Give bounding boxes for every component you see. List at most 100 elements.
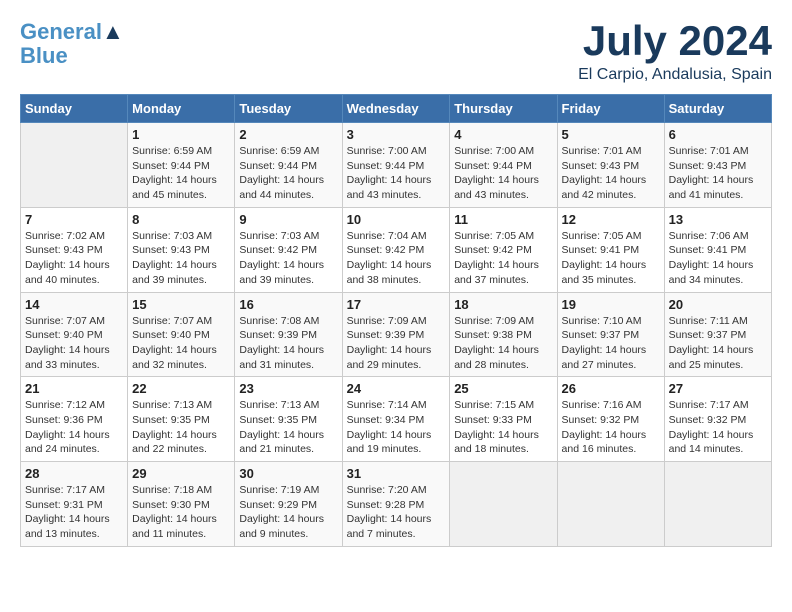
calendar-cell: 19Sunrise: 7:10 AM Sunset: 9:37 PM Dayli… [557, 292, 664, 377]
calendar-cell: 27 Sunrise: 7:17 AM Sunset: 9:32 PM Dayli… [664, 377, 771, 462]
day-info: Sunrise: 7:05 AM Sunset: 9:41 PM Dayligh… [562, 229, 660, 288]
day-info: Sunrise: 7:15 AM Sunset: 9:33 PM Dayligh… [454, 398, 552, 457]
day-number: 23 [239, 381, 337, 396]
day-info: Sunrise: 7:07 AM Sunset: 9:40 PM Dayligh… [132, 314, 230, 373]
calendar-cell: 23 Sunrise: 7:13 AM Sunset: 9:35 PM Dayli… [235, 377, 342, 462]
day-number: 27 [669, 381, 767, 396]
logo-text: General▲Blue [20, 20, 124, 68]
day-info: Sunrise: 7:03 AM Sunset: 9:42 PM Dayligh… [239, 229, 337, 288]
calendar-cell: 29 Sunrise: 7:18 AM Sunset: 9:30 PM Dayli… [128, 462, 235, 547]
main-title: July 2024 [578, 20, 772, 62]
day-number: 9 [239, 212, 337, 227]
day-number: 8 [132, 212, 230, 227]
day-info: Sunrise: 7:11 AM Sunset: 9:37 PM Dayligh… [669, 314, 767, 373]
calendar-cell: 20 Sunrise: 7:11 AM Sunset: 9:37 PM Dayli… [664, 292, 771, 377]
week-row-4: 28 Sunrise: 7:17 AM Sunset: 9:31 PM Dayli… [21, 462, 772, 547]
day-info: Sunrise: 7:09 AM Sunset: 9:38 PM Dayligh… [454, 314, 552, 373]
calendar-cell: 17Sunrise: 7:09 AM Sunset: 9:39 PM Dayli… [342, 292, 450, 377]
day-number: 7 [25, 212, 123, 227]
day-number: 12 [562, 212, 660, 227]
day-number: 26 [562, 381, 660, 396]
calendar-cell: 2 Sunrise: 6:59 AM Sunset: 9:44 PM Daylig… [235, 123, 342, 208]
day-info: Sunrise: 7:13 AM Sunset: 9:35 PM Dayligh… [132, 398, 230, 457]
calendar-cell: 22Sunrise: 7:13 AM Sunset: 9:35 PM Dayli… [128, 377, 235, 462]
header-cell-thursday: Thursday [450, 95, 557, 123]
day-number: 14 [25, 297, 123, 312]
day-info: Sunrise: 7:06 AM Sunset: 9:41 PM Dayligh… [669, 229, 767, 288]
day-info: Sunrise: 7:03 AM Sunset: 9:43 PM Dayligh… [132, 229, 230, 288]
calendar-cell: 25 Sunrise: 7:15 AM Sunset: 9:33 PM Dayli… [450, 377, 557, 462]
week-row-3: 21 Sunrise: 7:12 AM Sunset: 9:36 PM Dayli… [21, 377, 772, 462]
header-cell-sunday: Sunday [21, 95, 128, 123]
day-info: Sunrise: 6:59 AM Sunset: 9:44 PM Dayligh… [132, 144, 230, 203]
day-number: 31 [347, 466, 446, 481]
day-info: Sunrise: 7:13 AM Sunset: 9:35 PM Dayligh… [239, 398, 337, 457]
day-number: 15 [132, 297, 230, 312]
day-info: Sunrise: 7:10 AM Sunset: 9:37 PM Dayligh… [562, 314, 660, 373]
day-number: 4 [454, 127, 552, 142]
week-row-1: 7 Sunrise: 7:02 AM Sunset: 9:43 PM Daylig… [21, 207, 772, 292]
day-info: Sunrise: 7:20 AM Sunset: 9:28 PM Dayligh… [347, 483, 446, 542]
day-info: Sunrise: 7:17 AM Sunset: 9:32 PM Dayligh… [669, 398, 767, 457]
day-number: 2 [239, 127, 337, 142]
week-row-2: 14 Sunrise: 7:07 AM Sunset: 9:40 PM Dayli… [21, 292, 772, 377]
day-number: 11 [454, 212, 552, 227]
calendar-cell: 4 Sunrise: 7:00 AM Sunset: 9:44 PM Daylig… [450, 123, 557, 208]
calendar-cell: 26Sunrise: 7:16 AM Sunset: 9:32 PM Dayli… [557, 377, 664, 462]
day-number: 29 [132, 466, 230, 481]
day-info: Sunrise: 7:18 AM Sunset: 9:30 PM Dayligh… [132, 483, 230, 542]
day-info: Sunrise: 7:17 AM Sunset: 9:31 PM Dayligh… [25, 483, 123, 542]
day-number: 25 [454, 381, 552, 396]
calendar-cell [450, 462, 557, 547]
calendar-cell: 11Sunrise: 7:05 AM Sunset: 9:42 PM Dayli… [450, 207, 557, 292]
calendar-cell: 31 Sunrise: 7:20 AM Sunset: 9:28 PM Dayli… [342, 462, 450, 547]
day-number: 3 [347, 127, 446, 142]
header-cell-friday: Friday [557, 95, 664, 123]
calendar-cell [21, 123, 128, 208]
day-info: Sunrise: 7:12 AM Sunset: 9:36 PM Dayligh… [25, 398, 123, 457]
day-number: 20 [669, 297, 767, 312]
day-info: Sunrise: 7:02 AM Sunset: 9:43 PM Dayligh… [25, 229, 123, 288]
calendar-cell [557, 462, 664, 547]
calendar-cell: 21 Sunrise: 7:12 AM Sunset: 9:36 PM Dayli… [21, 377, 128, 462]
calendar-cell: 8 Sunrise: 7:03 AM Sunset: 9:43 PM Daylig… [128, 207, 235, 292]
header-cell-saturday: Saturday [664, 95, 771, 123]
calendar-cell [664, 462, 771, 547]
day-number: 6 [669, 127, 767, 142]
logo: General▲Blue [20, 20, 124, 68]
page-header: General▲Blue July 2024 El Carpio, Andalu… [20, 20, 772, 84]
day-info: Sunrise: 7:00 AM Sunset: 9:44 PM Dayligh… [454, 144, 552, 203]
header-cell-tuesday: Tuesday [235, 95, 342, 123]
calendar-cell: 9 Sunrise: 7:03 AM Sunset: 9:42 PM Daylig… [235, 207, 342, 292]
day-info: Sunrise: 7:00 AM Sunset: 9:44 PM Dayligh… [347, 144, 446, 203]
day-number: 17 [347, 297, 446, 312]
day-number: 5 [562, 127, 660, 142]
week-row-0: 1Sunrise: 6:59 AM Sunset: 9:44 PM Daylig… [21, 123, 772, 208]
calendar-header-row: SundayMondayTuesdayWednesdayThursdayFrid… [21, 95, 772, 123]
calendar-cell: 6Sunrise: 7:01 AM Sunset: 9:43 PM Daylig… [664, 123, 771, 208]
calendar-cell: 12 Sunrise: 7:05 AM Sunset: 9:41 PM Dayli… [557, 207, 664, 292]
calendar-cell: 13 Sunrise: 7:06 AM Sunset: 9:41 PM Dayli… [664, 207, 771, 292]
calendar-cell: 18 Sunrise: 7:09 AM Sunset: 9:38 PM Dayli… [450, 292, 557, 377]
day-info: Sunrise: 7:08 AM Sunset: 9:39 PM Dayligh… [239, 314, 337, 373]
calendar-cell: 10Sunrise: 7:04 AM Sunset: 9:42 PM Dayli… [342, 207, 450, 292]
day-info: Sunrise: 7:14 AM Sunset: 9:34 PM Dayligh… [347, 398, 446, 457]
calendar-cell: 28 Sunrise: 7:17 AM Sunset: 9:31 PM Dayli… [21, 462, 128, 547]
calendar-body: 1Sunrise: 6:59 AM Sunset: 9:44 PM Daylig… [21, 123, 772, 547]
day-info: Sunrise: 6:59 AM Sunset: 9:44 PM Dayligh… [239, 144, 337, 203]
day-number: 28 [25, 466, 123, 481]
calendar-cell: 16 Sunrise: 7:08 AM Sunset: 9:39 PM Dayli… [235, 292, 342, 377]
calendar-cell: 15 Sunrise: 7:07 AM Sunset: 9:40 PM Dayli… [128, 292, 235, 377]
calendar-cell: 1Sunrise: 6:59 AM Sunset: 9:44 PM Daylig… [128, 123, 235, 208]
day-number: 10 [347, 212, 446, 227]
calendar-cell: 5 Sunrise: 7:01 AM Sunset: 9:43 PM Daylig… [557, 123, 664, 208]
day-info: Sunrise: 7:07 AM Sunset: 9:40 PM Dayligh… [25, 314, 123, 373]
day-number: 18 [454, 297, 552, 312]
day-number: 24 [347, 381, 446, 396]
day-number: 21 [25, 381, 123, 396]
calendar-cell: 3 Sunrise: 7:00 AM Sunset: 9:44 PM Daylig… [342, 123, 450, 208]
day-info: Sunrise: 7:01 AM Sunset: 9:43 PM Dayligh… [562, 144, 660, 203]
day-number: 13 [669, 212, 767, 227]
subtitle: El Carpio, Andalusia, Spain [578, 66, 772, 84]
day-number: 16 [239, 297, 337, 312]
